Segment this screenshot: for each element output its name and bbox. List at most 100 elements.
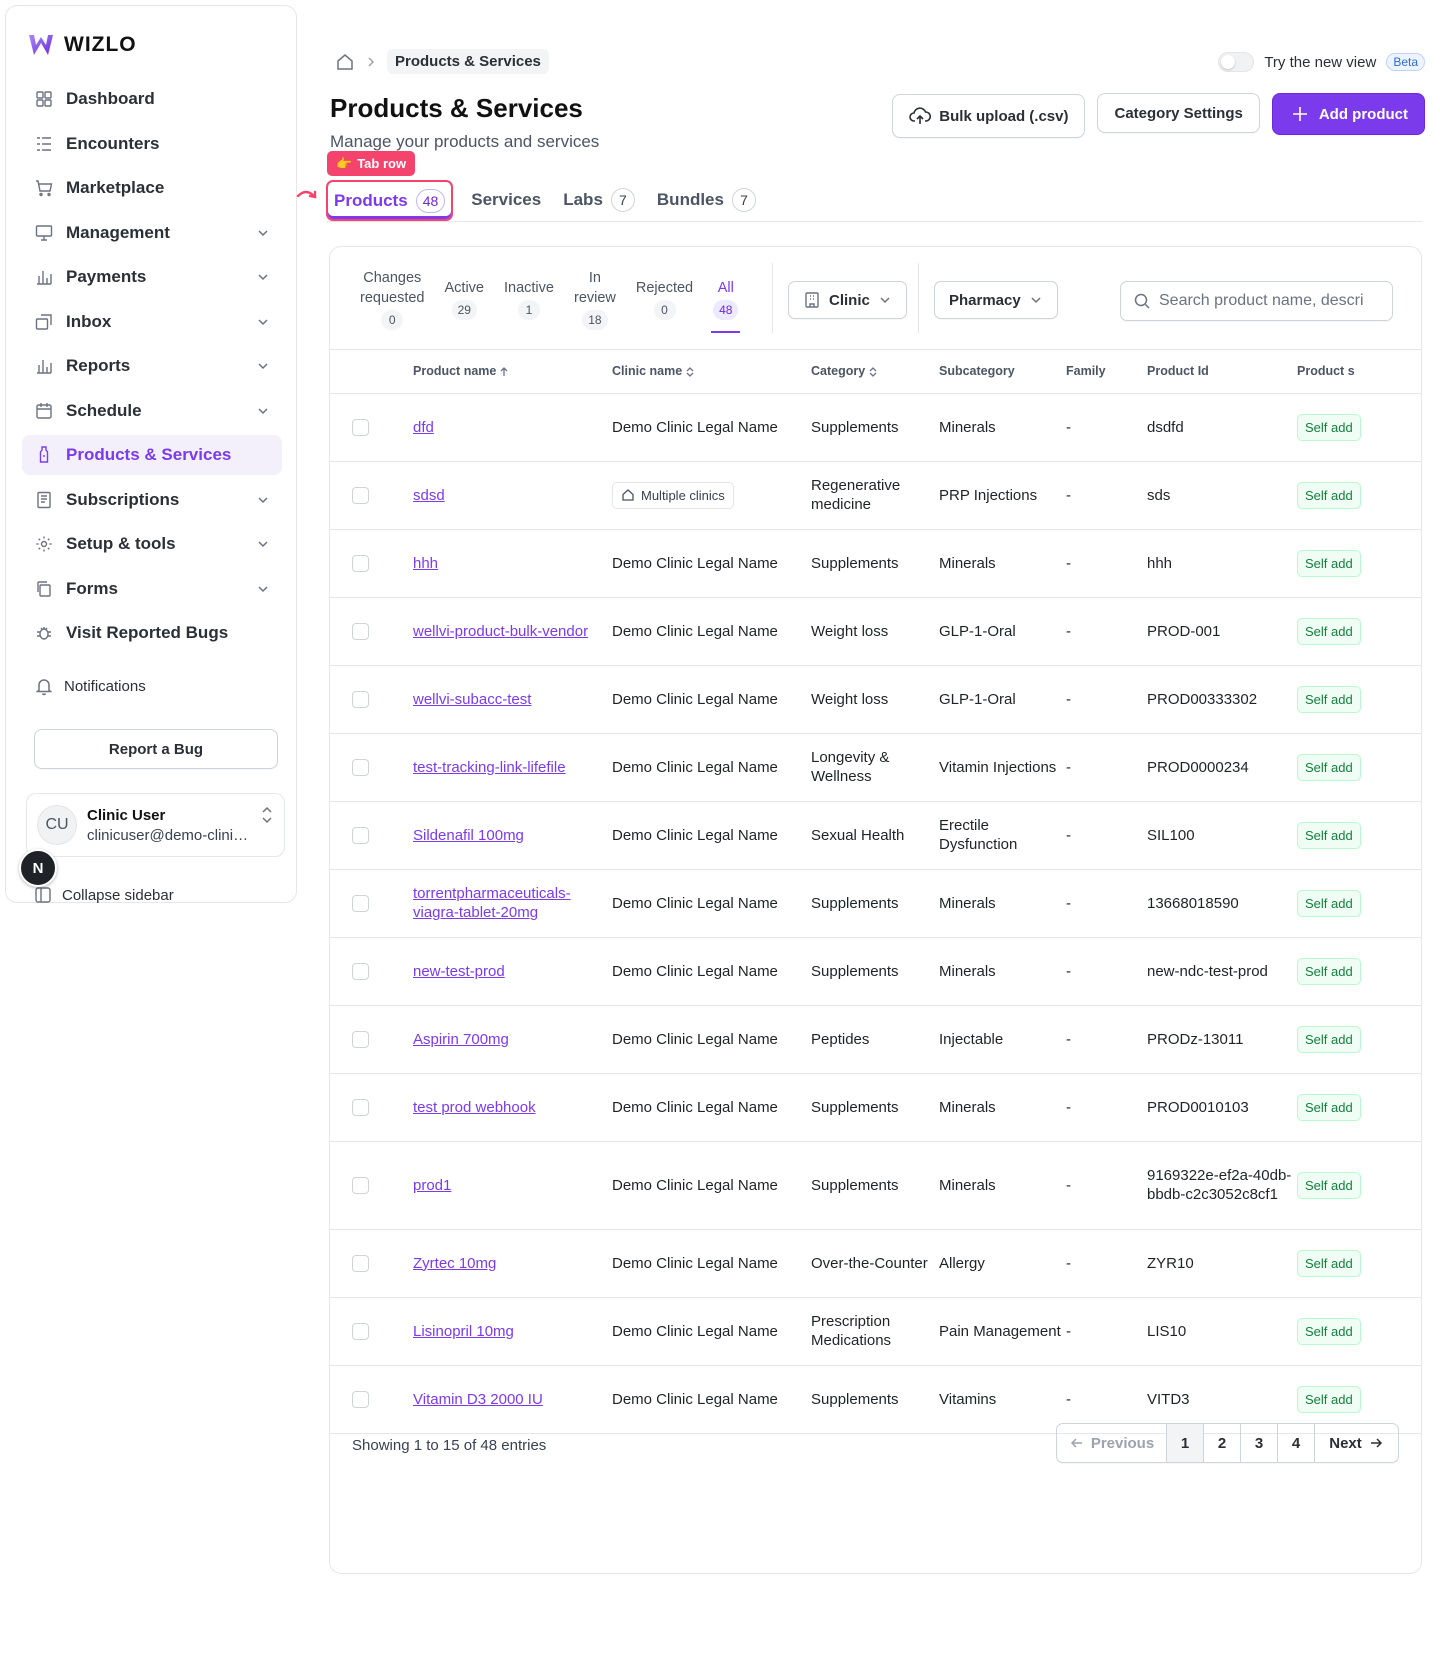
row-checkbox[interactable] bbox=[352, 758, 369, 776]
sidebar-item-label: Products & Services bbox=[66, 445, 232, 464]
sort-icon bbox=[869, 367, 877, 377]
previous-label: Previous bbox=[1090, 1434, 1155, 1452]
row-checkbox[interactable] bbox=[352, 962, 369, 980]
table-row[interactable]: prod1 Demo Clinic Legal Name Supplements Mi… bbox=[330, 1141, 1421, 1230]
sidebar-item-reports[interactable]: Reports bbox=[22, 346, 282, 386]
table-row[interactable]: wellvi-product-bulk-vendor Demo Clinic Le… bbox=[330, 597, 1421, 666]
sidebar-item-management[interactable]: Management bbox=[22, 213, 282, 253]
row-checkbox[interactable] bbox=[352, 1390, 369, 1408]
sidebar-item-subscriptions[interactable]: Subscriptions bbox=[22, 480, 282, 520]
sidebar-item-payments[interactable]: Payments bbox=[22, 257, 282, 297]
row-checkbox[interactable] bbox=[352, 1030, 369, 1048]
table-row[interactable]: sdsd Multiple clinics Regenerative medicin… bbox=[330, 461, 1421, 530]
tab-labs[interactable]: Labs 7 bbox=[559, 178, 639, 221]
product-name-link[interactable]: test prod webhook bbox=[413, 1099, 536, 1116]
table-row[interactable]: Zyrtec 10mg Demo Clinic Legal Name Over-th… bbox=[330, 1229, 1421, 1298]
status-tab-changes-requested[interactable]: Changes requested 0 bbox=[350, 247, 435, 350]
product-name-link[interactable]: sdsd bbox=[413, 487, 445, 504]
floating-n-badge[interactable]: N bbox=[19, 849, 57, 887]
table-row[interactable]: Lisinopril 10mg Demo Clinic Legal Name Pre… bbox=[330, 1297, 1421, 1366]
sidebar-item-label: Inbox bbox=[66, 311, 112, 331]
product-name-link[interactable]: torrentpharmaceuticals-viagra-tablet-20m… bbox=[413, 885, 571, 921]
pharmacy-select[interactable]: Pharmacy bbox=[934, 281, 1058, 319]
status-tab-rejected[interactable]: Rejected 0 bbox=[626, 247, 703, 350]
product-name-link[interactable]: Vitamin D3 2000 IU bbox=[413, 1391, 543, 1408]
table-row[interactable]: Sildenafil 100mg Demo Clinic Legal Name Se… bbox=[330, 801, 1421, 870]
column-header-product-name[interactable]: Product name bbox=[413, 350, 612, 394]
product-name-link[interactable]: Sildenafil 100mg bbox=[413, 827, 524, 844]
status-badge: Self add bbox=[1297, 1025, 1361, 1053]
collapse-sidebar-button[interactable]: Collapse sidebar bbox=[34, 886, 174, 904]
sidebar-item-products-services[interactable]: Products & Services bbox=[22, 435, 282, 475]
row-checkbox[interactable] bbox=[352, 486, 369, 504]
page-button[interactable]: 1 bbox=[1167, 1424, 1204, 1462]
multiple-clinics-badge[interactable]: Multiple clinics bbox=[612, 481, 734, 509]
row-checkbox[interactable] bbox=[352, 418, 369, 436]
column-header-category[interactable]: Category bbox=[811, 350, 939, 394]
product-name-link[interactable]: wellvi-product-bulk-vendor bbox=[413, 623, 588, 640]
wizlo-logo-icon bbox=[29, 35, 53, 55]
page-button[interactable]: 4 bbox=[1278, 1424, 1315, 1462]
add-product-button[interactable]: Add product bbox=[1271, 93, 1425, 135]
product-name-link[interactable]: hhh bbox=[413, 555, 438, 572]
search-input[interactable] bbox=[1159, 292, 1380, 310]
product-name-link[interactable]: new-test-prod bbox=[413, 963, 505, 980]
sidebar-item-setup-tools[interactable]: Setup & tools bbox=[22, 524, 282, 564]
table-row[interactable]: test-tracking-link-lifefile Demo Clinic L… bbox=[330, 733, 1421, 802]
previous-page-button[interactable]: Previous bbox=[1057, 1424, 1167, 1462]
sidebar-item-inbox[interactable]: Inbox bbox=[22, 302, 282, 342]
sidebar-item-visit-reported-bugs[interactable]: Visit Reported Bugs bbox=[22, 613, 282, 653]
status-tab-in-review[interactable]: In review 18 bbox=[564, 247, 626, 350]
row-checkbox[interactable] bbox=[352, 894, 369, 912]
column-header-clinic-name[interactable]: Clinic name bbox=[612, 350, 811, 394]
product-name-link[interactable]: prod1 bbox=[413, 1177, 451, 1194]
tab-bundles[interactable]: Bundles 7 bbox=[653, 178, 760, 221]
breadcrumb-current[interactable]: Products & Services bbox=[387, 49, 549, 74]
page-button[interactable]: 2 bbox=[1204, 1424, 1241, 1462]
table-row[interactable]: torrentpharmaceuticals-viagra-tablet-20m… bbox=[330, 869, 1421, 938]
product-name-link[interactable]: wellvi-subacc-test bbox=[413, 691, 531, 708]
clinic-select[interactable]: Clinic bbox=[788, 281, 907, 319]
status-tab-active[interactable]: Active 29 bbox=[435, 247, 495, 350]
sidebar-item-schedule[interactable]: Schedule bbox=[22, 391, 282, 431]
tab-services[interactable]: Services bbox=[467, 178, 545, 221]
row-checkbox[interactable] bbox=[352, 1254, 369, 1272]
row-checkbox[interactable] bbox=[352, 690, 369, 708]
user-menu[interactable]: CU Clinic User clinicuser@demo-clinic.c.… bbox=[26, 793, 285, 857]
sidebar-item-forms[interactable]: Forms bbox=[22, 569, 282, 609]
row-checkbox[interactable] bbox=[352, 554, 369, 572]
product-name-link[interactable]: Zyrtec 10mg bbox=[413, 1255, 496, 1272]
product-name-link[interactable]: Lisinopril 10mg bbox=[413, 1323, 514, 1340]
category: Supplements bbox=[811, 1176, 899, 1194]
table-row[interactable]: new-test-prod Demo Clinic Legal Name Suppl… bbox=[330, 937, 1421, 1006]
product-name-link[interactable]: Aspirin 700mg bbox=[413, 1031, 509, 1048]
row-checkbox[interactable] bbox=[352, 1322, 369, 1340]
home-icon[interactable] bbox=[335, 52, 355, 72]
table-row[interactable]: test prod webhook Demo Clinic Legal Name S… bbox=[330, 1073, 1421, 1142]
table-row[interactable]: wellvi-subacc-test Demo Clinic Legal Name… bbox=[330, 665, 1421, 734]
row-checkbox[interactable] bbox=[352, 1098, 369, 1116]
row-checkbox[interactable] bbox=[352, 1176, 369, 1194]
brand[interactable]: WIZLO bbox=[26, 26, 137, 64]
sidebar-item-encounters[interactable]: Encounters bbox=[22, 124, 282, 164]
category: Peptides bbox=[811, 1030, 870, 1048]
next-page-button[interactable]: Next bbox=[1315, 1424, 1398, 1462]
bulk-upload-button[interactable]: Bulk upload (.csv) bbox=[892, 94, 1086, 138]
table-row[interactable]: hhh Demo Clinic Legal Name Supplements Mine… bbox=[330, 529, 1421, 598]
category-settings-button[interactable]: Category Settings bbox=[1097, 93, 1260, 133]
notifications-link[interactable]: Notifications bbox=[34, 676, 146, 696]
status-tab-inactive[interactable]: Inactive 1 bbox=[494, 247, 564, 350]
report-bug-button[interactable]: Report a Bug bbox=[34, 729, 278, 769]
product-name-link[interactable]: dfd bbox=[413, 419, 434, 436]
sidebar-item-dashboard[interactable]: Dashboard bbox=[22, 79, 282, 119]
row-checkbox[interactable] bbox=[352, 622, 369, 640]
page-button[interactable]: 3 bbox=[1241, 1424, 1278, 1462]
tab-products[interactable]: Products 48 bbox=[326, 180, 454, 221]
row-checkbox[interactable] bbox=[352, 826, 369, 844]
product-name-link[interactable]: test-tracking-link-lifefile bbox=[413, 759, 566, 776]
table-row[interactable]: dfd Demo Clinic Legal Name Supplements Mine… bbox=[330, 393, 1421, 462]
status-tab-all[interactable]: All 48 bbox=[703, 247, 748, 350]
sidebar-item-marketplace[interactable]: Marketplace bbox=[22, 168, 282, 208]
table-row[interactable]: Aspirin 700mg Demo Clinic Legal Name Pepti… bbox=[330, 1005, 1421, 1074]
new-view-toggle[interactable] bbox=[1218, 52, 1255, 72]
